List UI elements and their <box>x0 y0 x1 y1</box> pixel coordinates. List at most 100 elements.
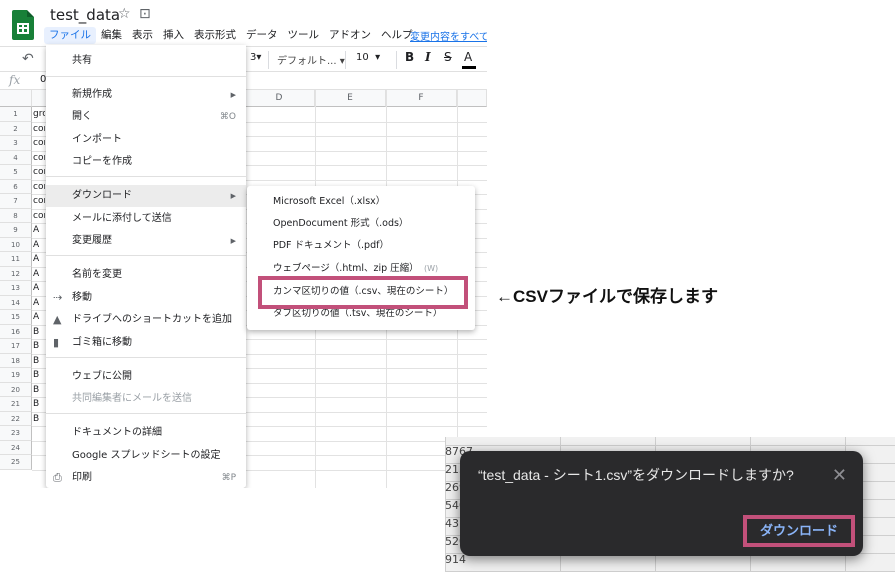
cell-a[interactable]: A <box>33 223 45 238</box>
menu-edit[interactable]: 編集 <box>96 27 127 44</box>
download-format-item[interactable]: Microsoft Excel（.xlsx） <box>247 191 475 213</box>
column-header-f[interactable]: F <box>386 90 457 107</box>
row-header[interactable]: 2 <box>0 121 32 136</box>
file-menu-item[interactable]: 新規作成 ▶ <box>46 84 246 106</box>
file-menu-item[interactable]: 変更履歴 ▶ <box>46 230 246 252</box>
menu-format[interactable]: 表示形式 <box>189 27 241 44</box>
file-menu-item[interactable]: ▲ ドライブへのショートカットを追加 <box>46 309 246 331</box>
text-color-button[interactable]: A <box>464 50 472 64</box>
cell-a[interactable]: gro <box>33 107 45 122</box>
row-header[interactable]: 7 <box>0 194 32 209</box>
cell-a[interactable]: A <box>33 238 45 253</box>
font-size-dropdown[interactable]: 10 ▾ <box>356 52 380 63</box>
file-menu-item[interactable]: インポート <box>46 129 246 151</box>
font-family-dropdown[interactable]: デフォルト... ▾ <box>277 52 345 67</box>
close-icon[interactable]: ✕ <box>832 465 847 486</box>
cell-a[interactable]: B <box>33 412 45 427</box>
file-menu-item[interactable]: ドキュメントの詳細 <box>46 422 246 444</box>
file-menu-item[interactable]: 名前を変更 <box>46 264 246 286</box>
download-button[interactable]: ダウンロード <box>743 515 855 547</box>
row-header[interactable]: 24 <box>0 440 32 455</box>
download-format-item[interactable]: PDF ドキュメント（.pdf） <box>247 235 475 257</box>
cell-a[interactable]: con <box>33 165 45 180</box>
column-header-e[interactable]: E <box>315 90 386 107</box>
row-header[interactable]: 9 <box>0 223 32 238</box>
undo-icon[interactable]: ↶ <box>22 51 34 67</box>
column-header-d[interactable]: D <box>244 90 315 107</box>
cell-a[interactable]: con <box>33 209 45 224</box>
menu-view[interactable]: 表示 <box>127 27 158 44</box>
row-header[interactable]: 5 <box>0 165 32 180</box>
cell-a[interactable]: A <box>33 310 45 325</box>
row-header[interactable]: 10 <box>0 237 32 252</box>
cell-a[interactable]: B <box>33 339 45 354</box>
cell-a[interactable]: B <box>33 354 45 369</box>
cell-a[interactable]: B <box>33 368 45 383</box>
cell-a[interactable] <box>33 455 45 470</box>
row-header[interactable]: 12 <box>0 266 32 281</box>
cell-a[interactable]: con <box>33 194 45 209</box>
number-format-dropdown[interactable]: 3▾ <box>250 52 261 63</box>
cell-a[interactable]: con <box>33 136 45 151</box>
cell-a[interactable]: B <box>33 397 45 412</box>
row-header[interactable]: 6 <box>0 179 32 194</box>
file-menu-item[interactable]: ダウンロード ▶ <box>46 185 246 207</box>
row-header[interactable]: 15 <box>0 310 32 325</box>
row-header[interactable]: 18 <box>0 353 32 368</box>
row-header[interactable]: 3 <box>0 136 32 151</box>
column-header-g[interactable] <box>457 90 487 107</box>
row-header[interactable]: 25 <box>0 455 32 470</box>
file-menu-item[interactable]: ▮ ゴミ箱に移動 <box>46 332 246 354</box>
row-header[interactable]: 11 <box>0 252 32 267</box>
row-header[interactable]: 20 <box>0 382 32 397</box>
cell-a[interactable] <box>33 426 45 441</box>
row-header[interactable]: 8 <box>0 208 32 223</box>
file-menu-item[interactable]: 共同編集者にメールを送信 <box>46 388 246 410</box>
corner-cell[interactable] <box>0 90 32 107</box>
menu-addons[interactable]: アドオン <box>324 27 376 44</box>
file-menu-item[interactable]: ⇢ 移動 <box>46 287 246 309</box>
row-header[interactable]: 23 <box>0 426 32 441</box>
row-header[interactable]: 16 <box>0 324 32 339</box>
menu-file[interactable]: ファイル <box>44 27 96 44</box>
menu-data[interactable]: データ <box>241 27 283 44</box>
file-menu-item[interactable]: ⎙ 印刷 ⌘P <box>46 467 246 488</box>
bold-button[interactable]: B <box>405 50 414 64</box>
move-folder-icon[interactable]: ⊡ <box>139 6 151 22</box>
cell-a[interactable] <box>33 441 45 456</box>
row-header[interactable]: 4 <box>0 150 32 165</box>
file-menu-item[interactable]: ウェブに公開 <box>46 366 246 388</box>
file-menu-item[interactable]: Google スプレッドシートの設定 <box>46 445 246 467</box>
cell-a[interactable]: con <box>33 180 45 195</box>
row-header[interactable]: 21 <box>0 397 32 412</box>
cell-a[interactable]: con <box>33 151 45 166</box>
file-menu-item[interactable]: 開く ⌘O <box>46 106 246 128</box>
menu-tools[interactable]: ツール <box>283 27 325 44</box>
file-menu-item[interactable]: コピーを作成 <box>46 151 246 173</box>
last-edit-link[interactable]: 変更内容をすべて <box>410 28 487 43</box>
cell-a[interactable]: A <box>33 252 45 267</box>
download-format-item[interactable]: OpenDocument 形式（.ods） <box>247 213 475 235</box>
document-title[interactable]: test_data <box>50 6 120 24</box>
row-header[interactable]: 17 <box>0 339 32 354</box>
cell-a[interactable]: B <box>33 383 45 398</box>
cell-a[interactable]: A <box>33 296 45 311</box>
sheets-logo-icon[interactable] <box>12 10 34 40</box>
strikethrough-button[interactable]: S <box>444 50 452 64</box>
row-header[interactable]: 19 <box>0 368 32 383</box>
cell-a[interactable]: B <box>33 325 45 340</box>
file-menu-item[interactable]: メールに添付して送信 <box>46 208 246 230</box>
file-menu-item[interactable]: 共有 <box>46 50 246 72</box>
row-header[interactable]: 14 <box>0 295 32 310</box>
italic-button[interactable]: I <box>425 50 431 64</box>
row-header[interactable]: 13 <box>0 281 32 296</box>
cell-a[interactable]: A <box>33 281 45 296</box>
row-header[interactable]: 1 <box>0 107 32 122</box>
menu-insert[interactable]: 挿入 <box>158 27 189 44</box>
submenu-arrow-icon: ▶ <box>230 192 236 200</box>
row-header[interactable]: 22 <box>0 411 32 426</box>
cell-a[interactable]: con <box>33 122 45 137</box>
star-icon[interactable]: ☆ <box>118 6 131 22</box>
text-color-indicator <box>462 66 476 69</box>
cell-a[interactable]: A <box>33 267 45 282</box>
